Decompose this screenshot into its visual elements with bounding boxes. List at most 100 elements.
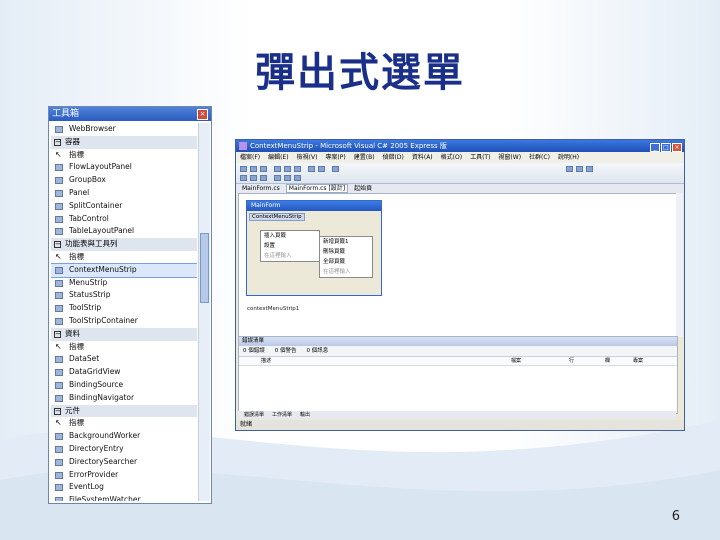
menu-item[interactable]: 檢視(V) bbox=[297, 154, 318, 161]
redo-icon[interactable] bbox=[318, 166, 325, 172]
type-here-placeholder[interactable]: 在這裡輸入 bbox=[261, 251, 319, 261]
document-tab[interactable]: 起始頁 bbox=[354, 185, 372, 192]
align-left-icon[interactable] bbox=[240, 175, 247, 181]
context-menu-item[interactable]: 插入頁籤 bbox=[261, 231, 319, 241]
toolbox-item[interactable]: DataGridView bbox=[51, 366, 197, 379]
toolbox-item[interactable]: MenuStrip bbox=[51, 277, 197, 290]
toolbox-group-header[interactable]: − 資料 bbox=[51, 327, 197, 341]
toolbox-item[interactable]: ↖ 指標 bbox=[51, 417, 197, 430]
toolbox-item-label: ToolStripContainer bbox=[69, 315, 138, 325]
collapse-toggle-icon[interactable]: − bbox=[54, 138, 61, 146]
start-debug-icon[interactable] bbox=[332, 166, 339, 172]
menu-item[interactable]: 格式(O) bbox=[441, 154, 462, 161]
toolbox-item[interactable]: DataSet bbox=[51, 353, 197, 366]
menu-item[interactable]: 編輯(E) bbox=[268, 154, 288, 161]
menu-item[interactable]: 專案(P) bbox=[325, 154, 345, 161]
context-menu-item[interactable]: 新增頁籤1 bbox=[320, 237, 372, 247]
align-top-icon[interactable] bbox=[274, 175, 281, 181]
close-button[interactable]: × bbox=[672, 143, 682, 152]
toolbox-item[interactable]: BackgroundWorker bbox=[51, 430, 197, 443]
type-here-placeholder[interactable]: 在這裡輸入 bbox=[320, 267, 372, 277]
bottom-panel-tab[interactable]: 工作清單 bbox=[272, 412, 292, 418]
maximize-button[interactable]: □ bbox=[661, 143, 671, 152]
menu-item[interactable]: 社群(C) bbox=[529, 154, 550, 161]
align-middle-icon[interactable] bbox=[284, 175, 291, 181]
menu-item[interactable]: 工具(T) bbox=[470, 154, 490, 161]
toolbox-item[interactable]: BindingNavigator bbox=[51, 392, 197, 405]
toolbox-icon[interactable] bbox=[586, 166, 593, 172]
column-project[interactable]: 專案 bbox=[633, 357, 643, 365]
menu-item[interactable]: 檔案(F) bbox=[240, 154, 260, 161]
column-line[interactable]: 行 bbox=[569, 357, 574, 365]
bottom-panel-tab[interactable]: 輸出 bbox=[300, 412, 310, 418]
align-bottom-icon[interactable] bbox=[294, 175, 301, 181]
toolbox-item[interactable]: ContextMenuStrip bbox=[51, 262, 197, 278]
designer-scrollbar[interactable] bbox=[676, 193, 683, 337]
toolbox-scrollbar[interactable] bbox=[198, 123, 210, 501]
context-menu-strip-label[interactable]: ContextMenuStrip bbox=[249, 213, 305, 221]
cut-icon[interactable] bbox=[274, 166, 281, 172]
toolbox-item[interactable]: Panel bbox=[51, 187, 197, 200]
toolbox-group-header[interactable]: − 容器 bbox=[51, 135, 197, 149]
context-menu-item[interactable]: 設置 bbox=[261, 241, 319, 251]
column-description[interactable]: 描述 bbox=[261, 357, 271, 365]
open-icon[interactable] bbox=[250, 166, 257, 172]
column-file[interactable]: 檔案 bbox=[511, 357, 521, 365]
component-tray-item[interactable]: contextMenuStrip1 bbox=[247, 306, 299, 312]
new-project-icon[interactable] bbox=[240, 166, 247, 172]
toolbox-item[interactable]: ErrorProvider bbox=[51, 469, 197, 482]
toolbox-item[interactable]: ↖ 指標 bbox=[51, 251, 197, 264]
toolbox-item[interactable]: TabControl bbox=[51, 213, 197, 226]
collapse-toggle-icon[interactable]: − bbox=[54, 407, 61, 415]
collapse-toggle-icon[interactable]: − bbox=[54, 330, 61, 338]
toolbox-item[interactable]: FlowLayoutPanel bbox=[51, 161, 197, 174]
column-col[interactable]: 欄 bbox=[605, 357, 610, 365]
align-right-icon[interactable] bbox=[260, 175, 267, 181]
context-menu-item[interactable]: 刪除頁籤 bbox=[320, 247, 372, 257]
collapse-toggle-icon[interactable]: − bbox=[54, 241, 61, 249]
toolbox-item[interactable]: StatusStrip bbox=[51, 289, 197, 302]
form-designer-surface[interactable]: MainForm ContextMenuStrip 插入頁籤 設置 在這裡輸入 新增… bbox=[238, 193, 678, 339]
menu-strip-icon bbox=[55, 279, 63, 287]
toolbox-group-header[interactable]: − 元件 bbox=[51, 404, 197, 418]
menu-item[interactable]: 建置(B) bbox=[354, 154, 375, 161]
toolbox-item[interactable]: TableLayoutPanel bbox=[51, 225, 197, 238]
document-tab[interactable]: MainForm.cs [設計] bbox=[285, 184, 349, 193]
properties-icon[interactable] bbox=[576, 166, 583, 172]
toolbox-item[interactable]: DirectoryEntry bbox=[51, 443, 197, 456]
toolbox-item[interactable]: DirectorySearcher bbox=[51, 456, 197, 469]
error-filter-tab[interactable]: 0 個警告 bbox=[275, 348, 297, 354]
copy-icon[interactable] bbox=[284, 166, 291, 172]
menu-item[interactable]: 說明(H) bbox=[558, 154, 579, 161]
toolbox-item[interactable]: EventLog bbox=[51, 481, 197, 494]
toolbox-item[interactable]: GroupBox bbox=[51, 174, 197, 187]
save-icon[interactable] bbox=[260, 166, 267, 172]
toolbox-item[interactable]: ToolStrip bbox=[51, 302, 197, 315]
toolbox-item[interactable]: ToolStripContainer bbox=[51, 315, 197, 328]
toolbox-group-header[interactable]: − 功能表與工具列 bbox=[51, 238, 197, 251]
undo-icon[interactable] bbox=[308, 166, 315, 172]
toolbox-item[interactable]: ↖ 指標 bbox=[51, 341, 197, 354]
toolbox-item[interactable]: WebBrowser bbox=[51, 123, 197, 136]
paste-icon[interactable] bbox=[294, 166, 301, 172]
slide-title: 彈出式選單 bbox=[255, 49, 465, 96]
menu-item[interactable]: 視窗(W) bbox=[498, 154, 521, 161]
toolbox-item[interactable]: ↖ 指標 bbox=[51, 149, 197, 162]
context-menu-item[interactable]: 全部頁籤 bbox=[320, 257, 372, 267]
toolbox-item[interactable]: FileSystemWatcher bbox=[51, 494, 197, 501]
error-filter-tab[interactable]: 0 個訊息 bbox=[307, 348, 329, 354]
document-tab[interactable]: MainForm.cs bbox=[242, 185, 280, 192]
toolbox-item[interactable]: BindingSource bbox=[51, 379, 197, 392]
bottom-panel-tab[interactable]: 錯誤清單 bbox=[244, 412, 264, 418]
toolbox-item-label: 元件 bbox=[65, 405, 80, 415]
toolbox-close-button[interactable]: × bbox=[197, 109, 208, 120]
toolbox-item[interactable]: SplitContainer bbox=[51, 200, 197, 213]
toolbox-scroll-thumb[interactable] bbox=[200, 233, 209, 303]
minimize-button[interactable]: _ bbox=[650, 143, 660, 152]
align-center-icon[interactable] bbox=[250, 175, 257, 181]
menu-item[interactable]: 偵錯(D) bbox=[383, 154, 404, 161]
menu-item[interactable]: 資料(A) bbox=[412, 154, 433, 161]
error-filter-tab[interactable]: 0 個錯誤 bbox=[243, 348, 265, 354]
solution-explorer-icon[interactable] bbox=[566, 166, 573, 172]
ide-menu-bar: 檔案(F) 編輯(E) 檢視(V) 專案(P) 建置(B) 偵錯(D) 資料(A) 格式(O)… bbox=[236, 152, 684, 163]
